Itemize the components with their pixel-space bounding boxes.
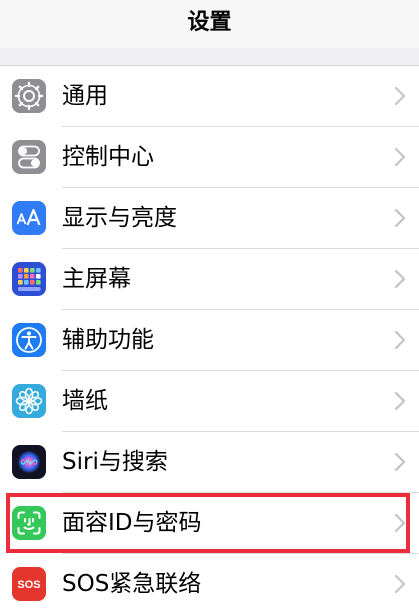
gear-icon bbox=[12, 79, 46, 113]
settings-row-label: SOS紧急联络 bbox=[62, 571, 202, 597]
sos-icon: SOS bbox=[12, 567, 46, 601]
settings-row-label: 主屏幕 bbox=[62, 266, 131, 292]
settings-row-label: 面容ID与密码 bbox=[62, 510, 202, 536]
settings-row-label: 通用 bbox=[62, 83, 108, 109]
settings-row-home-screen[interactable]: 主屏幕 bbox=[0, 249, 419, 310]
settings-row-label: 辅助功能 bbox=[62, 327, 154, 353]
svg-text:SOS: SOS bbox=[17, 579, 40, 591]
chevron-right-icon bbox=[393, 573, 407, 595]
settings-row-accessibility[interactable]: 辅助功能 bbox=[0, 310, 419, 371]
chevron-right-icon bbox=[393, 329, 407, 351]
chevron-right-icon bbox=[393, 268, 407, 290]
settings-row-label: 墙纸 bbox=[62, 388, 108, 414]
chevron-right-icon bbox=[393, 207, 407, 229]
chevron-right-icon bbox=[393, 390, 407, 412]
settings-row-siri-search[interactable]: Siri与搜索 bbox=[0, 432, 419, 493]
page-title: 设置 bbox=[187, 10, 232, 35]
flower-icon bbox=[12, 384, 46, 418]
siri-icon bbox=[12, 445, 46, 479]
text-size-icon bbox=[12, 201, 46, 235]
settings-row-emergency-sos[interactable]: SOS SOS紧急联络 bbox=[0, 554, 419, 615]
accessibility-icon bbox=[12, 323, 46, 357]
navigation-bar: 设置 bbox=[0, 0, 419, 48]
settings-row-label: 显示与亮度 bbox=[62, 205, 177, 231]
settings-row-wallpaper[interactable]: 墙纸 bbox=[0, 371, 419, 432]
settings-row-label: Siri与搜索 bbox=[62, 449, 168, 475]
app-grid-icon bbox=[12, 262, 46, 296]
chevron-right-icon bbox=[393, 451, 407, 473]
settings-row-general[interactable]: 通用 bbox=[0, 66, 419, 127]
settings-row-display-brightness[interactable]: 显示与亮度 bbox=[0, 188, 419, 249]
settings-list: 通用 控制中心 显示与亮度 主屏幕 辅助功能 墙纸 Siri与搜索 面容ID与密… bbox=[0, 66, 419, 615]
chevron-right-icon bbox=[393, 146, 407, 168]
settings-row-label: 控制中心 bbox=[62, 144, 154, 170]
settings-row-face-id-passcode[interactable]: 面容ID与密码 bbox=[0, 493, 419, 554]
settings-row-control-center[interactable]: 控制中心 bbox=[0, 127, 419, 188]
section-gap bbox=[0, 48, 419, 66]
toggle-switches-icon bbox=[12, 140, 46, 174]
face-id-icon bbox=[12, 506, 46, 540]
chevron-right-icon bbox=[393, 512, 407, 534]
chevron-right-icon bbox=[393, 85, 407, 107]
